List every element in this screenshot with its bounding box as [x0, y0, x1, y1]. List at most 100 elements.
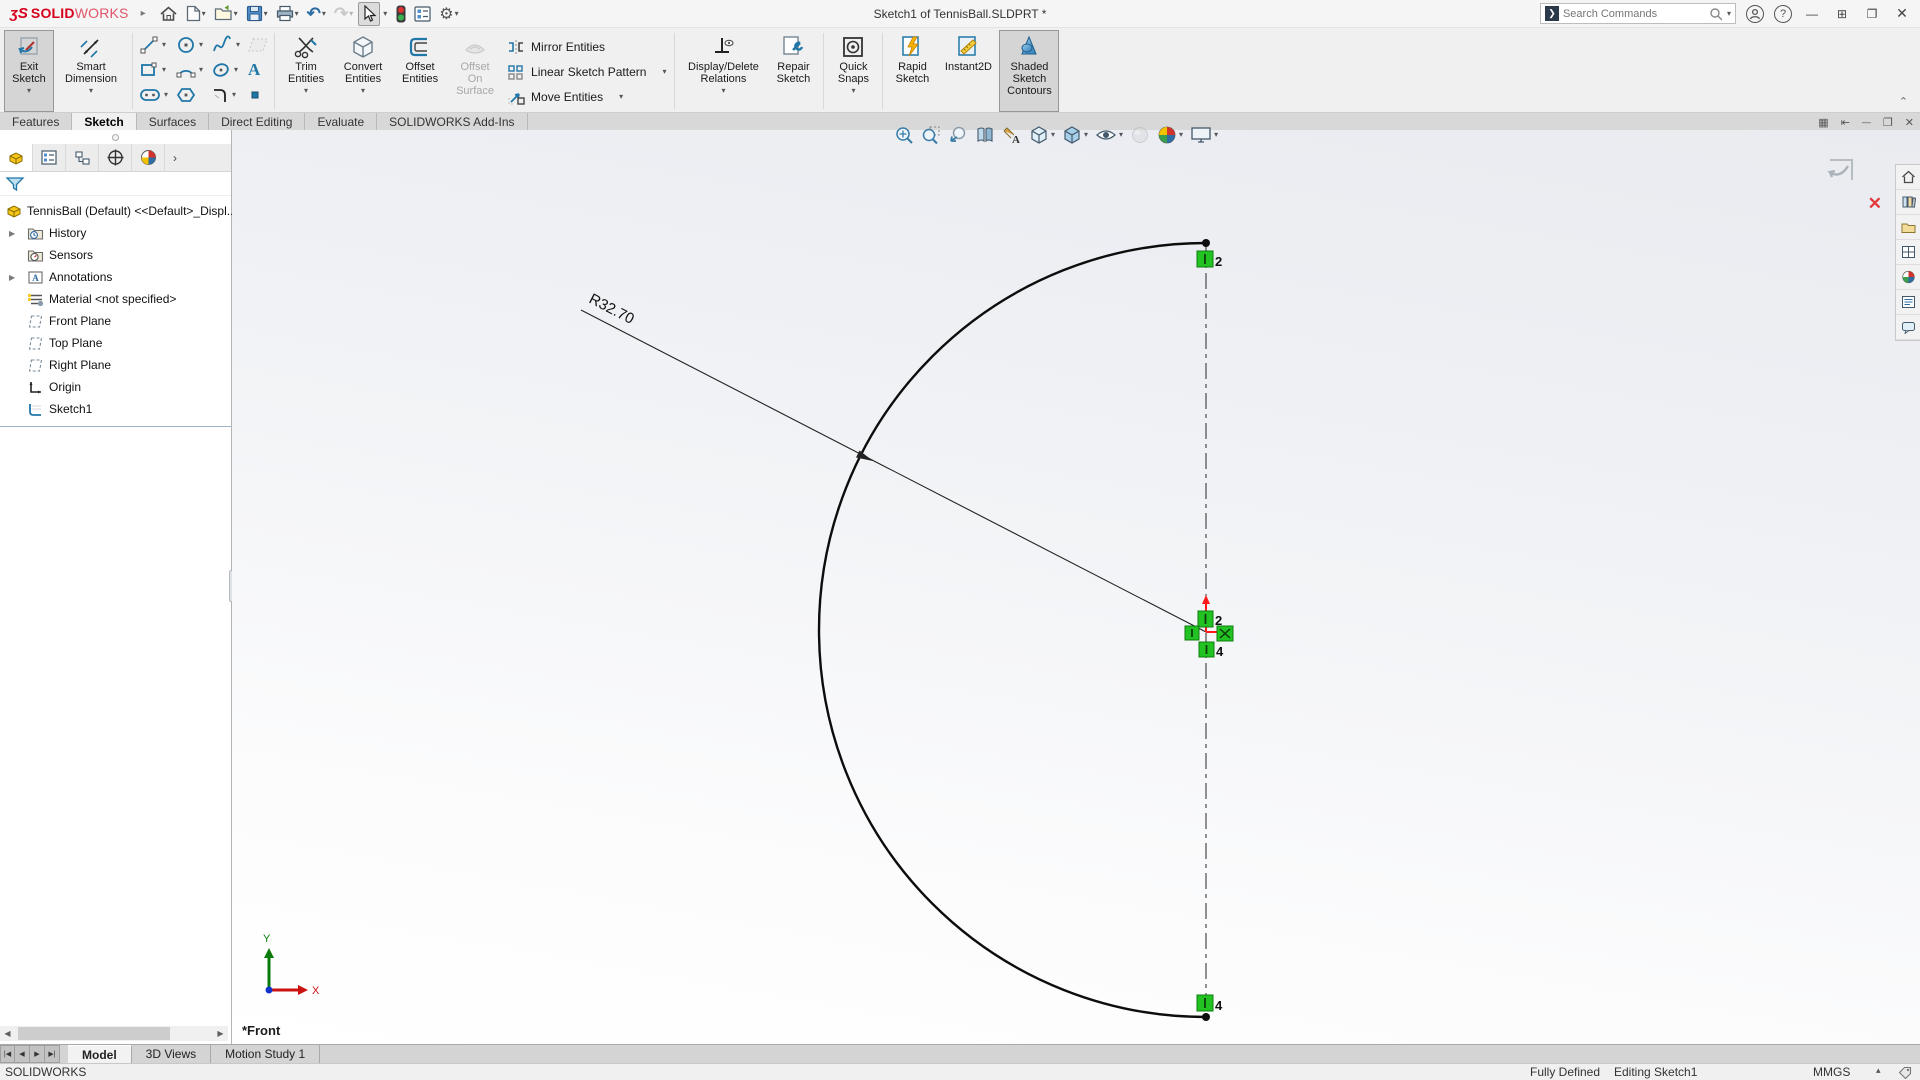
relation-badge-top[interactable]: 2 [1197, 251, 1222, 269]
span-displays-button[interactable]: ⊞ [1832, 7, 1852, 21]
move-entities-caret[interactable]: ▾ [619, 93, 623, 101]
menu-flyout-arrow[interactable]: ▸ [141, 8, 146, 19]
minimize-button[interactable]: — [1802, 7, 1822, 21]
options-caret[interactable]: ▾ [455, 10, 459, 18]
exit-sketch-caret[interactable]: ▾ [27, 87, 31, 95]
tree-item-annotations[interactable]: ▶ A Annotations [0, 266, 231, 288]
search-caret[interactable]: ▾ [1727, 10, 1731, 18]
tp-forum[interactable] [1896, 315, 1920, 340]
home-button[interactable] [156, 2, 181, 26]
save-button[interactable]: ▾ [243, 2, 271, 26]
help-button[interactable]: ? [1774, 5, 1792, 23]
offset-on-surface-button[interactable]: Offset On Surface [447, 30, 503, 112]
slot-tool[interactable]: ▾ [137, 84, 170, 106]
ellipse-tool[interactable]: ▾ [209, 59, 242, 81]
rectangle-tool[interactable]: ▾ [137, 59, 170, 81]
tp-file-explorer[interactable] [1896, 215, 1920, 240]
convert-entities-button[interactable]: Convert Entities ▾ [333, 30, 393, 112]
text-tool[interactable]: A [246, 59, 270, 81]
tree-item-top-plane[interactable]: Top Plane [0, 332, 231, 354]
tab-solidworks-addins[interactable]: SOLIDWORKS Add-Ins [377, 113, 527, 130]
tree-root[interactable]: TennisBall (Default) <<Default>_Displ... [0, 200, 231, 222]
tree-splitter[interactable] [0, 426, 231, 427]
line-caret[interactable]: ▾ [162, 41, 166, 49]
tree-item-front-plane[interactable]: Front Plane [0, 310, 231, 332]
tab-motion-study-1[interactable]: Motion Study 1 [211, 1045, 320, 1063]
expander-icon[interactable]: ▶ [9, 229, 15, 238]
arc-endpoint-bottom[interactable] [1202, 1013, 1210, 1021]
quick-snaps-caret[interactable]: ▾ [851, 87, 855, 95]
redo-caret[interactable]: ▾ [349, 10, 353, 18]
print-button[interactable]: ▾ [273, 2, 302, 26]
units-selector[interactable]: MMGS [1813, 1065, 1850, 1079]
new-document-button[interactable]: ▾ [183, 2, 209, 26]
tab-features[interactable]: Features [0, 113, 72, 130]
repair-sketch-button[interactable]: Repair Sketch [767, 30, 819, 112]
tp-solidworks-resources[interactable] [1896, 165, 1920, 190]
smart-dimension-caret[interactable]: ▾ [89, 87, 93, 95]
spline-caret[interactable]: ▾ [236, 41, 240, 49]
panel-grip[interactable] [0, 130, 231, 144]
tree-item-sketch1[interactable]: Sketch1 [0, 398, 231, 420]
next-tab-button[interactable]: ▶ [30, 1045, 45, 1063]
radius-dimension-text[interactable]: R32.70 [586, 290, 637, 327]
tab-model[interactable]: Model [68, 1045, 132, 1063]
tab-sketch[interactable]: Sketch [72, 113, 136, 130]
shaded-sketch-contours-button[interactable]: Shaded Sketch Contours [999, 30, 1059, 112]
tags-button[interactable] [1898, 1066, 1912, 1079]
line-tool[interactable]: ▾ [137, 34, 170, 56]
ribbon-collapse-chevron[interactable]: ⌃ [1899, 95, 1908, 108]
slot-caret[interactable]: ▾ [164, 91, 168, 99]
child-close-icon[interactable]: ✕ [1905, 116, 1914, 129]
search-commands-box[interactable]: ❯ ▾ [1540, 3, 1736, 24]
redo-button[interactable]: ↷ ▾ [331, 2, 356, 26]
tp-custom-properties[interactable] [1896, 290, 1920, 315]
relation-badge-center-left[interactable] [1185, 626, 1199, 640]
spline-tool[interactable]: ▾ [209, 34, 242, 56]
relation-badge-center-right[interactable] [1217, 626, 1233, 641]
exit-sketch-button[interactable]: Exit Sketch ▾ [4, 30, 54, 112]
child-minimize-icon[interactable]: — [1862, 117, 1871, 127]
relation-badge-bottom[interactable]: 4 [1197, 995, 1223, 1013]
tp-design-library[interactable] [1896, 190, 1920, 215]
tab-3d-views[interactable]: 3D Views [132, 1045, 211, 1063]
tp-view-palette[interactable] [1896, 240, 1920, 265]
options-button[interactable]: ⚙ ▾ [436, 2, 461, 26]
select-tool-button[interactable] [358, 2, 380, 26]
select-tool-caret[interactable]: ▾ [383, 10, 387, 18]
rebuild-button[interactable] [393, 2, 409, 26]
open-caret[interactable]: ▾ [234, 10, 238, 18]
fillet-tool[interactable]: ▾ [209, 84, 242, 106]
relation-badge-center-bottom[interactable]: 4 [1199, 642, 1224, 659]
circle-tool[interactable]: ▾ [174, 34, 205, 56]
trim-caret[interactable]: ▾ [304, 87, 308, 95]
fm-tab-displaymanager[interactable] [132, 144, 165, 171]
tab-surfaces[interactable]: Surfaces [137, 113, 209, 130]
last-tab-button[interactable]: ▶| [45, 1045, 60, 1063]
offset-entities-button[interactable]: Offset Entities [393, 30, 447, 112]
plane-tool-disabled[interactable] [246, 34, 270, 56]
display-delete-relations-button[interactable]: Display/Delete Relations ▾ [679, 30, 767, 112]
scroll-thumb[interactable] [18, 1027, 170, 1040]
print-caret[interactable]: ▾ [295, 10, 299, 18]
search-input[interactable] [1563, 8, 1705, 20]
scroll-right-button[interactable]: ▶ [213, 1026, 228, 1041]
save-caret[interactable]: ▾ [264, 10, 268, 18]
rapid-sketch-button[interactable]: Rapid Sketch [887, 30, 937, 112]
trim-entities-button[interactable]: Trim Entities ▾ [279, 30, 333, 112]
search-icon[interactable] [1709, 7, 1722, 21]
undo-caret[interactable]: ▾ [322, 10, 326, 18]
arc-tool[interactable]: ▾ [174, 59, 205, 81]
expander-icon[interactable]: ▶ [9, 273, 15, 282]
undo-button[interactable]: ↶ ▾ [304, 2, 329, 26]
arc-endpoint-top[interactable] [1202, 239, 1210, 247]
sketch-canvas[interactable]: R32.70 2 2 [232, 130, 1920, 1044]
close-button[interactable]: ✕ [1892, 5, 1912, 22]
circle-caret[interactable]: ▾ [199, 41, 203, 49]
tree-item-sensors[interactable]: Sensors [0, 244, 231, 266]
tab-evaluate[interactable]: Evaluate [305, 113, 377, 130]
first-tab-button[interactable]: |◀ [0, 1045, 15, 1063]
tree-item-origin[interactable]: Origin [0, 376, 231, 398]
new-document-caret[interactable]: ▾ [202, 10, 206, 18]
point-tool[interactable] [246, 84, 270, 106]
